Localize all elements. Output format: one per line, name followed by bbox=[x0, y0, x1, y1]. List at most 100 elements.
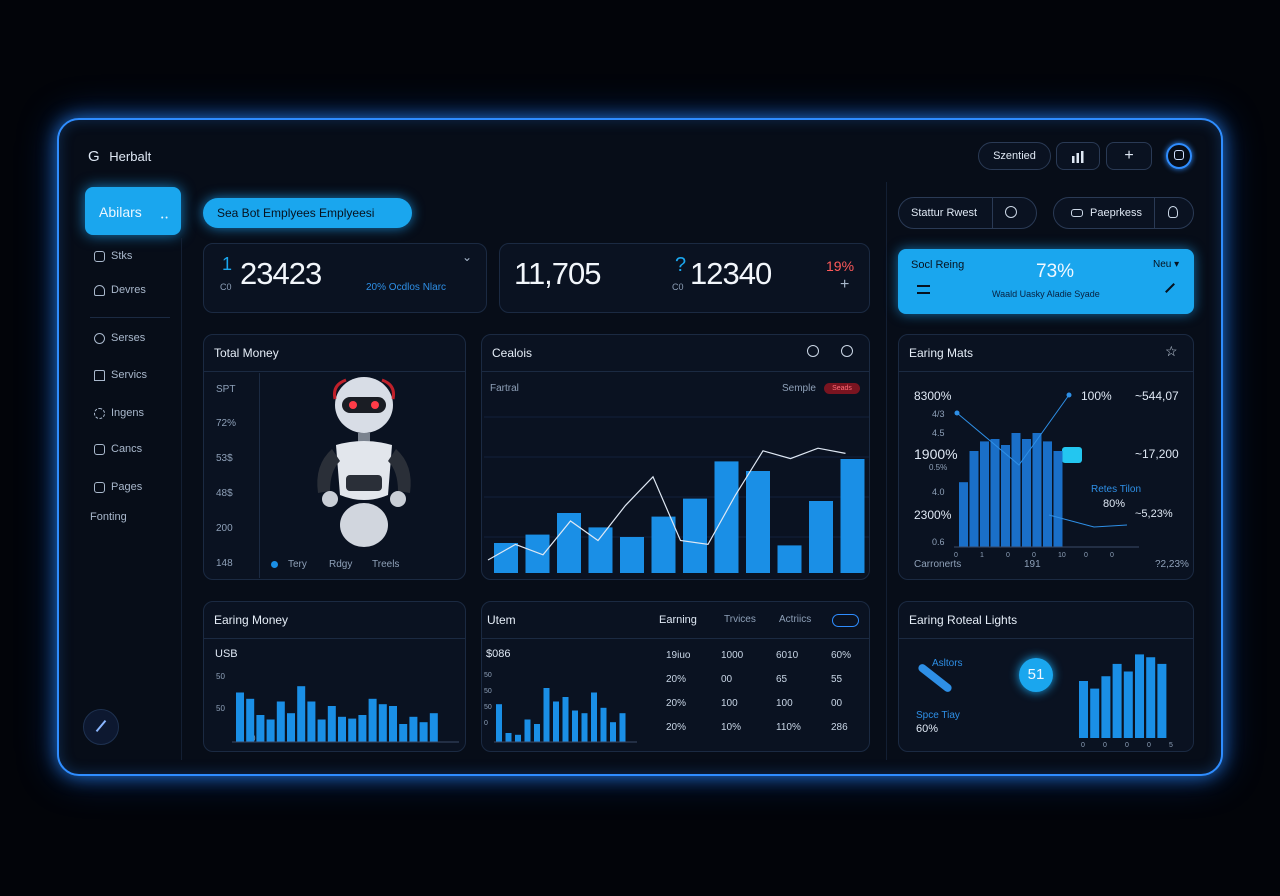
pencil-icon[interactable] bbox=[83, 709, 119, 745]
brand[interactable]: G Herbalt bbox=[88, 148, 151, 165]
table-cell: 100 bbox=[721, 698, 738, 709]
card-header: Cealois bbox=[482, 335, 869, 372]
sidebar-item-servics[interactable]: Servics bbox=[94, 369, 147, 381]
chart-bar bbox=[409, 716, 418, 742]
add-button[interactable]: + bbox=[1106, 142, 1152, 170]
chart-bar bbox=[600, 707, 607, 742]
data-point bbox=[954, 410, 960, 416]
chart-bar bbox=[714, 461, 739, 573]
sidebar-item-pages[interactable]: Pages bbox=[94, 481, 142, 493]
search-icon[interactable] bbox=[807, 345, 819, 357]
y-tick: 72% bbox=[216, 418, 237, 429]
earing-mats-chart: 0 1 0 0 10 0 0 bbox=[954, 392, 1139, 559]
chart-bar bbox=[505, 733, 512, 742]
sidebar-item-label: Cancs bbox=[111, 443, 143, 455]
score-card[interactable]: Socl Reing 73% Waald Uasky Aladie Syade … bbox=[898, 249, 1194, 314]
stat-sub: 20% Ocdlos Nlarc bbox=[366, 282, 447, 293]
chart-bar bbox=[840, 459, 865, 573]
table-cell: 20% bbox=[666, 674, 687, 685]
x-tick: 1 bbox=[980, 552, 984, 559]
tab-actriics[interactable]: Actriics bbox=[779, 614, 811, 625]
chart-bar bbox=[1001, 445, 1010, 547]
chart-bar bbox=[338, 716, 346, 742]
feedback-button[interactable]: Paeprkess bbox=[1053, 197, 1194, 229]
x-tick: 0 bbox=[1147, 742, 1151, 748]
sample-badge[interactable]: Seads bbox=[824, 383, 860, 394]
tab-trvices[interactable]: Trvices bbox=[724, 614, 756, 625]
chart-bar bbox=[419, 722, 428, 742]
card-header: Total Money bbox=[204, 335, 465, 372]
chart-bar bbox=[651, 516, 676, 573]
legend-item: Tery bbox=[288, 559, 307, 570]
status-button[interactable]: Stattur Rwest bbox=[898, 197, 1037, 229]
chart-bar bbox=[287, 713, 295, 742]
card-title: Total Money bbox=[214, 346, 279, 360]
feedback-label: Paeprkess bbox=[1090, 207, 1142, 219]
sidebar-separator bbox=[181, 238, 182, 760]
sidebar-item-devres[interactable]: Devres bbox=[94, 284, 146, 296]
cealois-chart bbox=[484, 416, 869, 573]
sidebar-item-active[interactable]: Abilars • • bbox=[85, 187, 181, 235]
home-icon bbox=[94, 250, 105, 262]
sidebar-item-serses[interactable]: Serses bbox=[94, 332, 145, 344]
data-point bbox=[1066, 392, 1072, 398]
chart-bar bbox=[990, 439, 1000, 547]
footer-label: Carronerts bbox=[914, 559, 962, 570]
score-title: Socl Reing bbox=[911, 259, 965, 271]
chart-bar bbox=[297, 686, 306, 742]
sidebar-item-label: Devres bbox=[111, 284, 146, 296]
chart-bar bbox=[591, 692, 597, 742]
chart-bar bbox=[543, 688, 550, 742]
earing-money-card: Earing Money USB 50 50 0 bbox=[203, 601, 466, 752]
chart-bar bbox=[348, 718, 357, 742]
sidebar-item-stks[interactable]: Stks bbox=[94, 250, 132, 262]
chart-bar bbox=[368, 698, 377, 742]
score-value: 73% bbox=[1036, 261, 1075, 282]
sidebar-item-label: Serses bbox=[111, 332, 146, 344]
x-tick: 0 bbox=[1084, 552, 1088, 559]
sidebar-item-label: Stks bbox=[111, 250, 133, 262]
chart-bar bbox=[307, 701, 316, 742]
lights-label: Spce Tiay bbox=[916, 710, 960, 721]
x-tick: 0 bbox=[1032, 552, 1036, 559]
lights-label: 60% bbox=[916, 723, 939, 735]
tab-earning[interactable]: Earning bbox=[659, 614, 697, 626]
footer-label: ?2,23% bbox=[1155, 559, 1189, 570]
legend-dot bbox=[271, 561, 278, 568]
sentied-button[interactable]: Szentied bbox=[978, 142, 1051, 170]
x-tick: 0 bbox=[1081, 742, 1085, 748]
toggle-button[interactable] bbox=[832, 614, 859, 627]
chart-bar bbox=[276, 701, 285, 742]
sidebar-footer-label[interactable]: Fonting bbox=[90, 511, 127, 523]
divider bbox=[1154, 198, 1155, 228]
sidebar-divider bbox=[90, 317, 170, 318]
card-title: Earing Money bbox=[214, 613, 289, 627]
user-search-icon bbox=[1005, 206, 1017, 218]
sidebar-item-ingens[interactable]: Ingens bbox=[94, 407, 144, 419]
sidebar-active-dots: • • bbox=[161, 215, 168, 222]
expand-icon[interactable] bbox=[1165, 283, 1175, 293]
chart-bar bbox=[809, 501, 833, 573]
chart-bar bbox=[534, 724, 540, 742]
stat-value-2: 12340 bbox=[690, 256, 772, 291]
footer-label: 191 bbox=[1024, 559, 1041, 570]
sidebar-item-cancs[interactable]: Cancs bbox=[94, 443, 142, 455]
status-label: Stattur Rwest bbox=[911, 207, 978, 219]
y-tick: 53$ bbox=[216, 453, 233, 464]
chart-bar bbox=[1157, 663, 1167, 738]
robot-illustration bbox=[317, 377, 411, 547]
score-dropdown[interactable]: Neu ▾ bbox=[1153, 259, 1179, 270]
bar-chart-icon[interactable] bbox=[1056, 142, 1100, 170]
profile-icon[interactable] bbox=[1166, 143, 1192, 169]
chevron-down-icon[interactable]: ⌄ bbox=[462, 250, 472, 264]
add-icon[interactable]: + bbox=[840, 276, 849, 294]
search-icon-2[interactable] bbox=[841, 345, 853, 357]
chart-axis bbox=[259, 373, 260, 578]
chart-bar bbox=[746, 471, 770, 573]
banner-label: Sea Bot Emplyees Emplyeesi bbox=[217, 206, 375, 220]
banner-button[interactable]: Sea Bot Emplyees Emplyeesi bbox=[203, 198, 412, 228]
table-cell: 19iuo bbox=[666, 650, 691, 661]
stat-card-1: 1 C0 23423 ⌄ 20% Ocdlos Nlarc bbox=[203, 243, 487, 313]
card-header: Earing Money bbox=[204, 602, 465, 639]
chart-bar bbox=[553, 701, 559, 742]
